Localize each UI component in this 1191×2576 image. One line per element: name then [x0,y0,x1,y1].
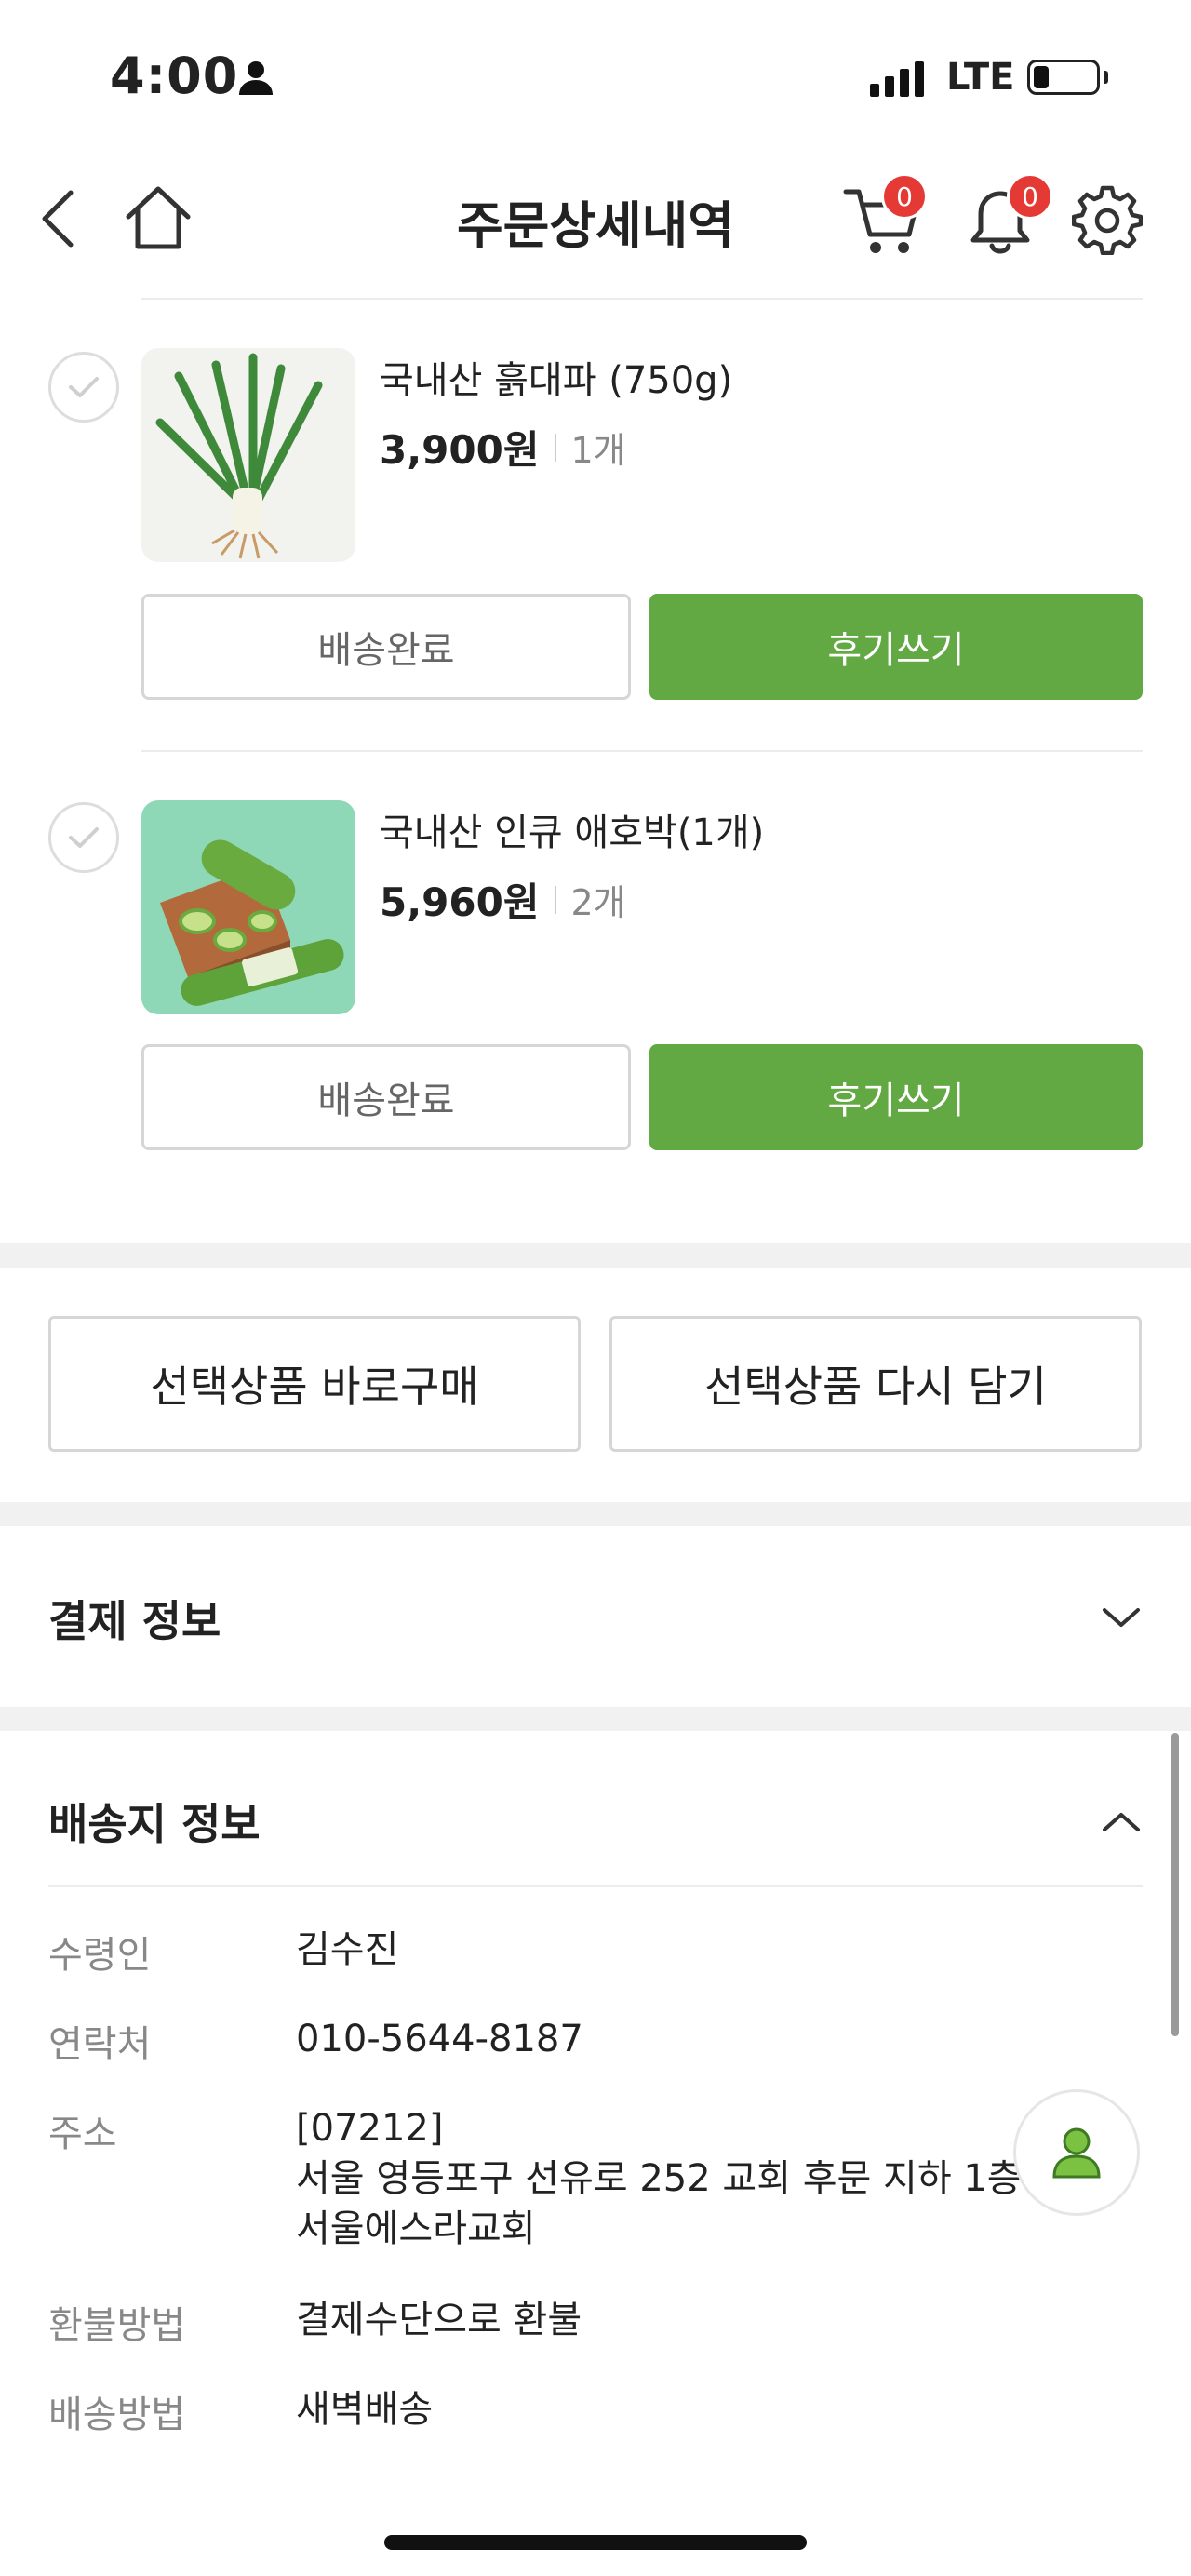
address-line1: 서울 영등포구 선유로 252 교회 후문 지하 1층 [296,2157,1022,2200]
chevron-down-icon [1101,1604,1142,1634]
section-separator [0,1707,1191,1731]
section-separator [0,1243,1191,1268]
home-indicator [384,2535,807,2550]
delivery-divider [48,1885,1143,1887]
network-type: LTE [946,56,1015,99]
product-name[interactable]: 국내산 인큐 애호박(1개) [380,802,764,856]
payment-info-title: 결제 정보 [48,1596,221,1646]
product-select-checkbox[interactable] [48,352,119,423]
person-status-icon [237,60,274,101]
section-separator [0,1502,1191,1526]
readd-selected-to-cart-button[interactable]: 선택상품 다시 담기 [609,1316,1142,1452]
product-quantity: 2개 [570,882,626,923]
recipient-value: 김수진 [296,1928,399,1971]
product-price: 5,960원 [380,879,540,925]
gear-icon [1071,185,1144,256]
write-review-button[interactable]: 후기쓰기 [649,594,1143,700]
buy-selected-button[interactable]: 선택상품 바로구매 [48,1316,581,1452]
price-separator [554,433,556,462]
price-separator [554,885,556,914]
scrollbar[interactable] [1171,1733,1179,2036]
green-onion-image [155,353,323,559]
product-image[interactable] [141,348,355,562]
recipient-label: 수령인 [48,1934,152,1977]
checkmark-icon [69,827,99,848]
header-divider [141,298,1143,300]
product-select-checkbox[interactable] [48,802,119,873]
product-price-row: 5,960원 2개 [380,871,626,928]
product-quantity: 1개 [570,430,626,471]
address-line2: 서울에스라교회 [296,2207,536,2250]
product-image[interactable] [141,800,355,1014]
status-time: 4:00 [110,47,239,105]
delivery-info-header[interactable]: 배송지 정보 [0,1731,1191,1885]
item-divider [141,750,1143,752]
refund-method-label: 환불방법 [48,2304,186,2347]
write-review-button[interactable]: 후기쓰기 [649,1044,1143,1150]
delivery-method-label: 배송방법 [48,2394,186,2436]
address-zip: [07212] [296,2107,444,2150]
delivery-status-button[interactable]: 배송완료 [141,594,631,700]
signal-icon [870,60,924,97]
my-page-floating-button[interactable] [1013,2089,1140,2216]
product-name[interactable]: 국내산 흙대파 (750g) [380,350,732,404]
chevron-up-icon [1101,1809,1142,1839]
checkmark-icon [69,377,99,397]
zucchini-image [160,839,344,1006]
notification-button[interactable]: 0 [958,173,1053,261]
address-label: 주소 [48,2113,117,2155]
cart-count-badge: 0 [881,173,928,220]
delivery-method-value: 새벽배송 [296,2388,434,2431]
contact-label: 연락처 [48,2023,152,2066]
battery-tip [1104,71,1108,84]
battery-icon [1027,60,1100,95]
product-price-row: 3,900원 1개 [380,419,626,476]
delivery-info-title: 배송지 정보 [48,1799,261,1849]
cart-button[interactable]: 0 [842,173,928,261]
refund-method-value: 결제수단으로 환불 [296,2299,582,2341]
product-price: 3,900원 [380,427,540,473]
settings-button[interactable] [1071,184,1144,256]
contact-value: 010-5644-8187 [296,2018,583,2060]
person-icon [1052,2127,1101,2179]
payment-info-header[interactable]: 결제 정보 [0,1526,1191,1707]
notification-count-badge: 0 [1007,173,1053,220]
delivery-status-button[interactable]: 배송완료 [141,1044,631,1150]
